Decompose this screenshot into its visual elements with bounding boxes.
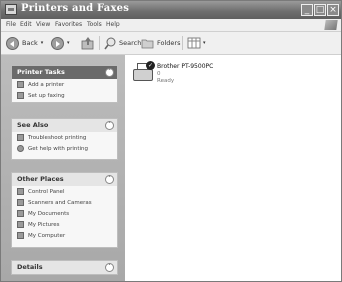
place-my-pictures[interactable]: My Pictures: [12, 219, 117, 230]
printer-documents: 0: [157, 71, 161, 77]
back-label: Back: [22, 39, 38, 47]
forward-dropdown-icon[interactable]: ▾: [67, 40, 70, 46]
up-folder-button[interactable]: [81, 36, 95, 50]
see-also-panel: See Also ˄ Troubleshoot printing Get hel…: [11, 118, 118, 160]
printers-window: Printers and Faxes _ □ × File Edit View …: [0, 0, 342, 282]
other-places-panel: Other Places ˄ Control Panel Scanners an…: [11, 172, 118, 248]
printer-status: Ready: [157, 78, 175, 84]
windows-logo-icon: [324, 20, 338, 30]
link-printing-help[interactable]: Get help with printing: [12, 143, 117, 154]
toolbar-separator: [182, 36, 183, 50]
link-label: Get help with printing: [28, 145, 89, 152]
printer-item-icon[interactable]: ✓: [132, 61, 155, 85]
troubleshoot-icon: [17, 134, 24, 141]
collapse-chevron-icon[interactable]: ˄: [105, 68, 114, 77]
link-troubleshoot-printing[interactable]: Troubleshoot printing: [12, 132, 117, 143]
printer-tasks-title: Printer Tasks: [17, 68, 65, 76]
other-places-header[interactable]: Other Places ˄: [12, 173, 117, 186]
menu-favorites[interactable]: Favorites: [55, 21, 82, 28]
up-folder-icon: [81, 37, 94, 50]
forward-arrow-icon: [51, 36, 64, 50]
views-button[interactable]: ▾: [187, 36, 206, 50]
details-panel: Details ˅: [11, 260, 118, 275]
printer-folder-icon: [5, 4, 17, 15]
details-title: Details: [17, 263, 43, 271]
place-my-documents[interactable]: My Documents: [12, 208, 117, 219]
task-add-printer[interactable]: Add a printer: [12, 79, 117, 90]
folders-icon: [141, 39, 154, 48]
collapse-chevron-icon[interactable]: ˄: [105, 121, 114, 130]
maximize-button[interactable]: □: [314, 4, 326, 16]
scanner-icon: [17, 199, 24, 206]
pictures-folder-icon: [17, 221, 24, 228]
task-label: Set up faxing: [28, 92, 65, 99]
content-area: Printer Tasks ˄ Add a printer Set up fax…: [1, 55, 341, 281]
menu-view[interactable]: View: [36, 21, 50, 28]
search-icon: [104, 37, 116, 49]
see-also-header[interactable]: See Also ˄: [12, 119, 117, 132]
details-header[interactable]: Details ˅: [12, 261, 117, 274]
menu-tools[interactable]: Tools: [87, 21, 102, 28]
printer-name[interactable]: Brother PT-9500PC: [157, 63, 213, 70]
see-also-title: See Also: [17, 121, 49, 129]
default-printer-check-icon: ✓: [146, 61, 155, 70]
expand-chevron-icon[interactable]: ˅: [105, 263, 114, 272]
menu-edit[interactable]: Edit: [20, 21, 32, 28]
views-icon: [187, 37, 201, 49]
close-button[interactable]: ×: [327, 4, 339, 16]
search-label: Search: [119, 39, 142, 47]
task-set-up-faxing[interactable]: Set up faxing: [12, 90, 117, 101]
views-dropdown-icon[interactable]: ▾: [203, 40, 206, 46]
menu-help[interactable]: Help: [106, 21, 120, 28]
search-button[interactable]: Search: [104, 36, 141, 50]
task-label: Add a printer: [28, 81, 65, 88]
folders-label: Folders: [157, 39, 181, 47]
documents-folder-icon: [17, 210, 24, 217]
place-label: My Pictures: [28, 221, 60, 228]
place-label: Scanners and Cameras: [28, 199, 92, 206]
add-printer-icon: [17, 81, 24, 88]
menu-bar: File Edit View Favorites Tools Help: [1, 19, 341, 32]
menu-file[interactable]: File: [6, 21, 16, 28]
place-scanners-cameras[interactable]: Scanners and Cameras: [12, 197, 117, 208]
place-label: Control Panel: [28, 188, 65, 195]
forward-button[interactable]: ▾: [51, 36, 70, 50]
place-control-panel[interactable]: Control Panel: [12, 186, 117, 197]
back-button[interactable]: Back ▾: [6, 36, 43, 50]
collapse-chevron-icon[interactable]: ˄: [105, 175, 114, 184]
title-bar[interactable]: Printers and Faxes _ □ ×: [1, 1, 341, 19]
back-arrow-icon: [6, 36, 19, 50]
link-label: Troubleshoot printing: [28, 134, 87, 141]
computer-icon: [17, 232, 24, 239]
task-pane: Printer Tasks ˄ Add a printer Set up fax…: [1, 55, 125, 281]
place-label: My Computer: [28, 232, 66, 239]
printer-tasks-header[interactable]: Printer Tasks ˄: [12, 66, 117, 79]
other-places-title: Other Places: [17, 175, 64, 183]
toolbar: Back ▾ ▾ Search Folders ▾: [1, 32, 341, 55]
toolbar-separator: [99, 36, 100, 50]
fax-icon: [17, 92, 24, 99]
printer-tasks-panel: Printer Tasks ˄ Add a printer Set up fax…: [11, 65, 118, 103]
control-panel-icon: [17, 188, 24, 195]
help-icon: [17, 145, 24, 152]
minimize-button[interactable]: _: [301, 4, 313, 16]
back-dropdown-icon[interactable]: ▾: [41, 40, 44, 46]
printer-body: [133, 69, 153, 81]
place-my-computer[interactable]: My Computer: [12, 230, 117, 241]
place-label: My Documents: [28, 210, 70, 217]
folders-button[interactable]: Folders: [141, 36, 180, 50]
window-title: Printers and Faxes: [21, 3, 130, 14]
